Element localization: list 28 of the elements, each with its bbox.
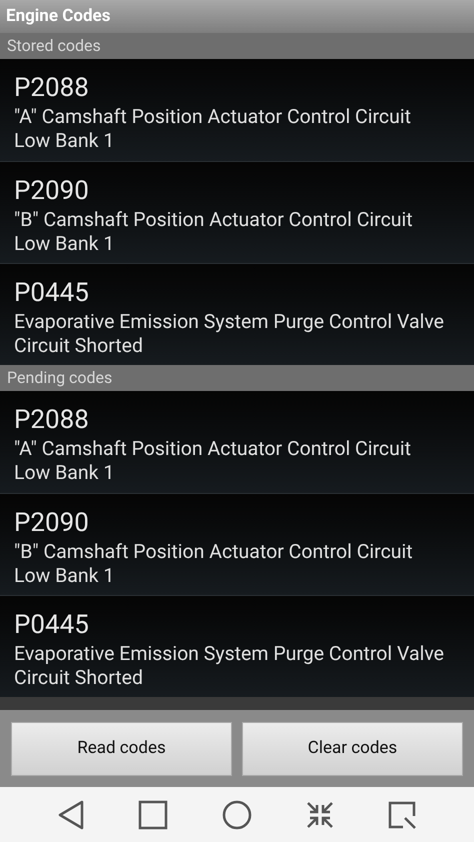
- code-item[interactable]: P2088 "A" Camshaft Position Actuator Control Circuit Low Bank 1: [0, 391, 474, 493]
- back-icon[interactable]: [56, 800, 85, 830]
- code-description: Evaporative Emission System Purge Control Valve Circuit Shorted: [14, 642, 445, 690]
- code-text: P2090: [14, 176, 90, 206]
- section-header: Stored codes: [0, 33, 474, 59]
- code-text: P2088: [14, 73, 90, 103]
- square-icon[interactable]: [138, 800, 168, 830]
- action-button[interactable]: Read codes: [11, 722, 232, 776]
- code-item[interactable]: P0445 Evaporative Emission System Purge Control Valve Circuit Shorted: [0, 263, 474, 365]
- code-item[interactable]: P2088 "A" Camshaft Position Actuator Control Circuit Low Bank 1: [0, 59, 474, 161]
- code-description: "B" Camshaft Position Actuator Control Circuit Low Bank 1: [14, 208, 414, 256]
- window-title: Engine Codes: [6, 4, 110, 28]
- action-button[interactable]: Clear codes: [242, 722, 463, 776]
- code-item[interactable]: P0445 Evaporative Emission System Purge Control Valve Circuit Shorted: [0, 595, 474, 697]
- capture-icon[interactable]: [387, 800, 418, 830]
- code-text: P2088: [14, 405, 90, 435]
- code-item[interactable]: P2090 "B" Camshaft Position Actuator Control Circuit Low Bank 1: [0, 161, 474, 263]
- code-text: P2090: [14, 508, 90, 538]
- section-header: Pending codes: [0, 365, 474, 391]
- code-description: "A" Camshaft Position Actuator Control Circuit Low Bank 1: [14, 437, 412, 485]
- shrink-arrows-icon[interactable]: [306, 800, 334, 828]
- code-text: P0445: [14, 610, 90, 640]
- home-icon[interactable]: [222, 800, 252, 830]
- code-description: "B" Camshaft Position Actuator Control Circuit Low Bank 1: [14, 540, 414, 588]
- code-text: P0445: [14, 278, 90, 308]
- code-description: Evaporative Emission System Purge Control Valve Circuit Shorted: [14, 310, 445, 358]
- code-description: "A" Camshaft Position Actuator Control Circuit Low Bank 1: [14, 105, 412, 153]
- code-item[interactable]: P2090 "B" Camshaft Position Actuator Control Circuit Low Bank 1: [0, 493, 474, 595]
